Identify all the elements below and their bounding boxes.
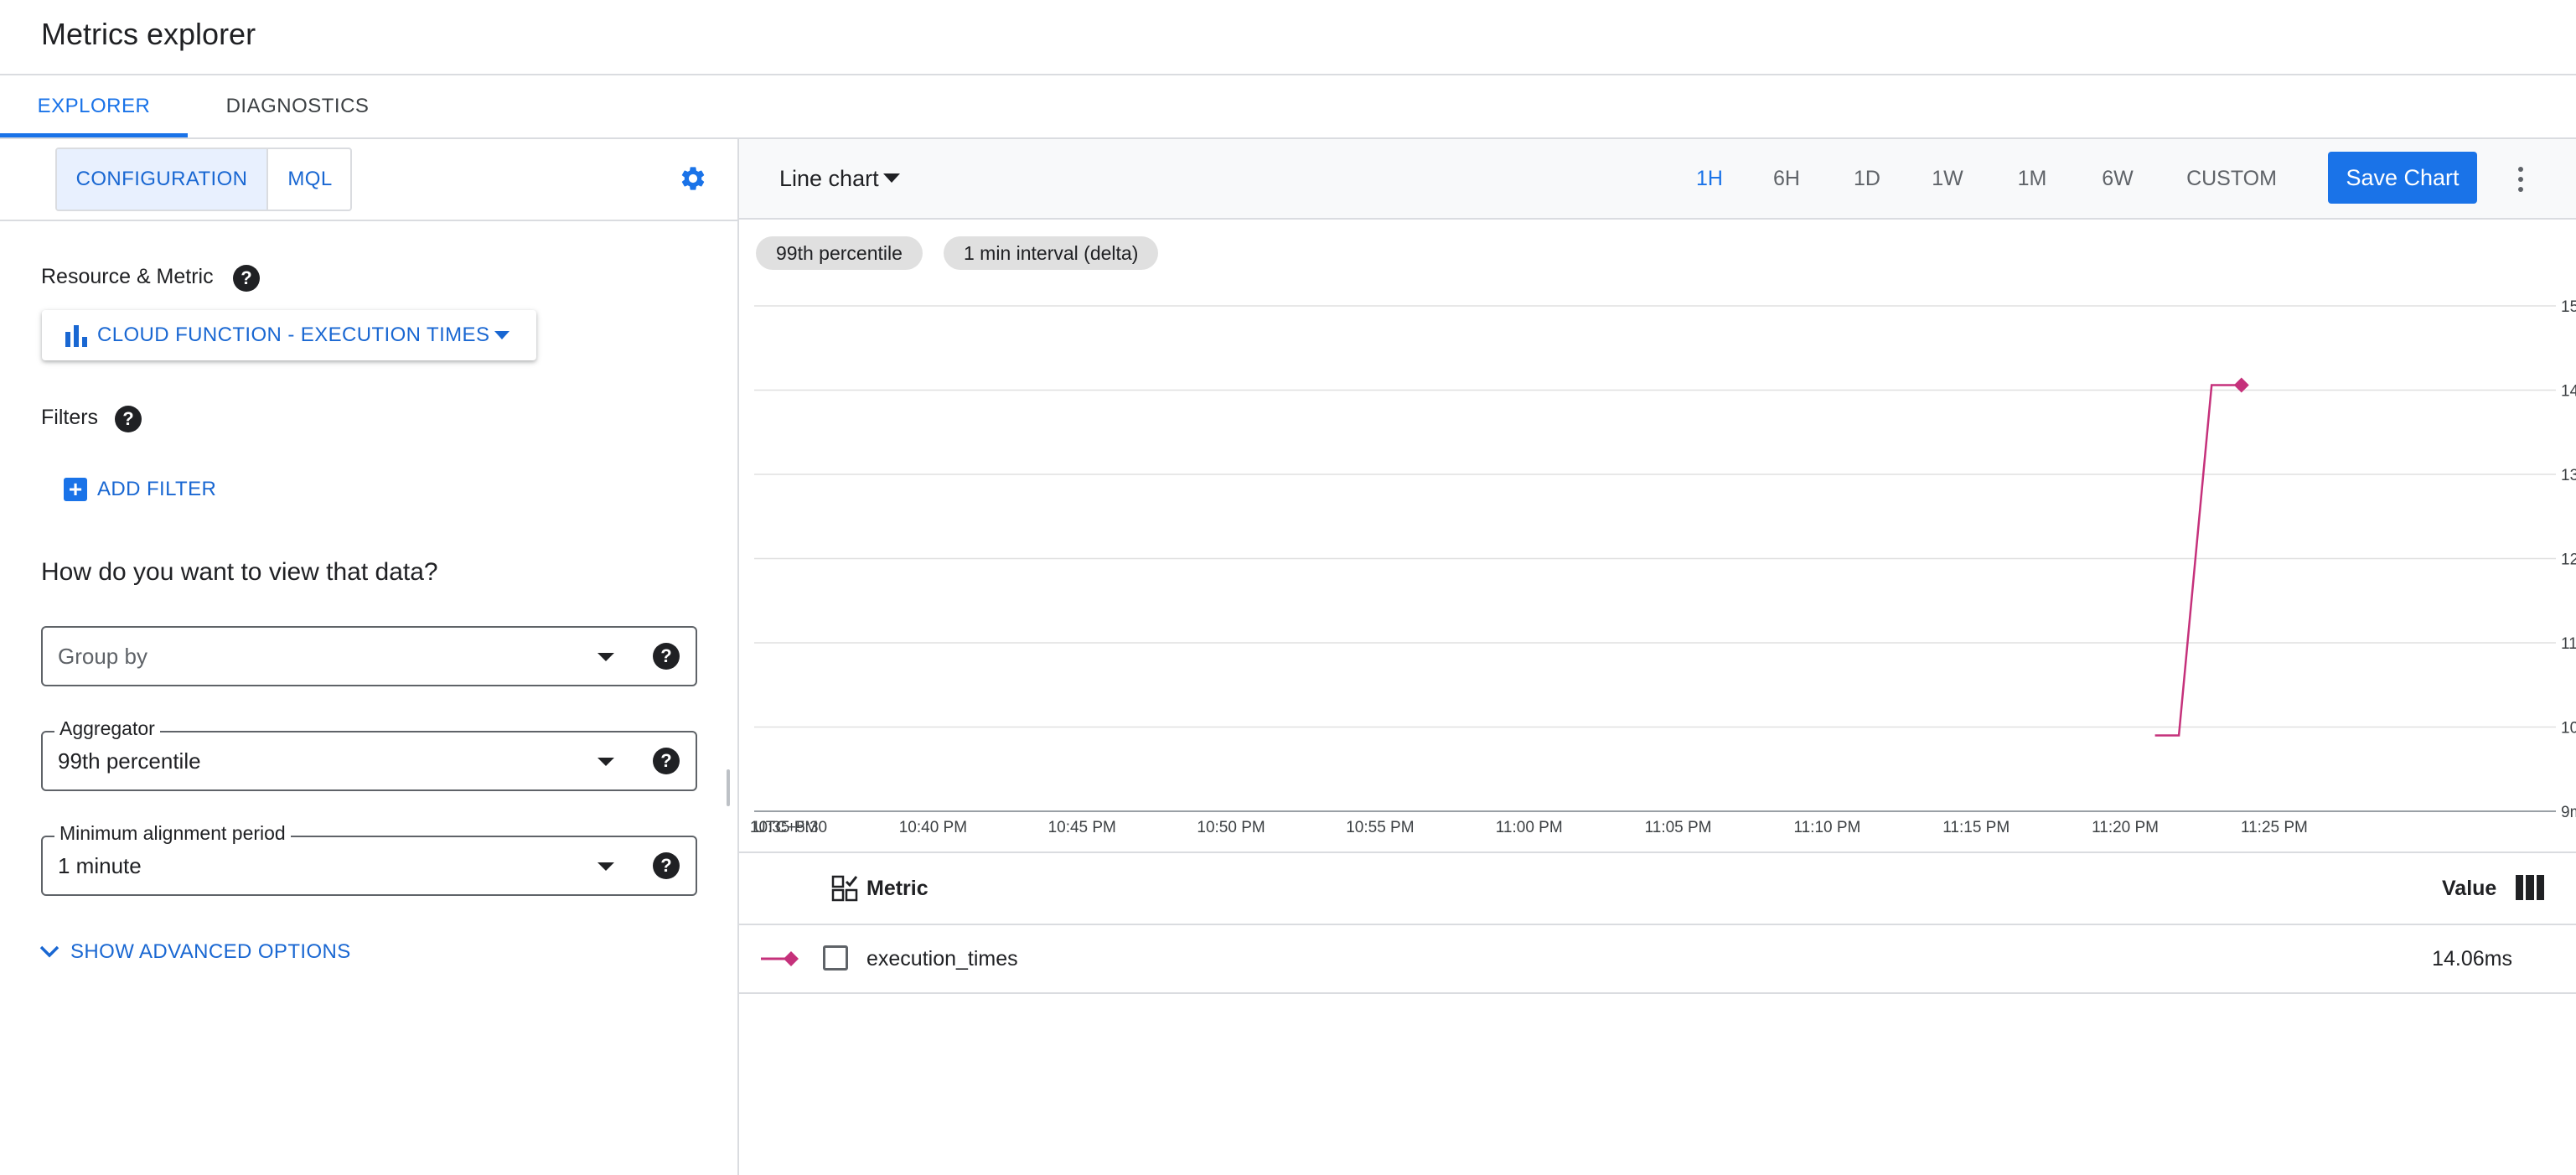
x-tick-label: 11:00 PM: [1496, 819, 1563, 836]
y-tick-label: 11ms: [2561, 635, 2576, 653]
alignment-period-select[interactable]: Minimum alignment period 1 minute ?: [41, 822, 697, 896]
mode-toggle: CONFIGURATION MQL: [55, 148, 352, 211]
alignment-period-value: 1 minute: [58, 853, 142, 878]
bar-chart-icon: [65, 325, 87, 347]
x-tick-label: 11:05 PM: [1645, 819, 1712, 836]
aggregator-value: 99th percentile: [58, 748, 201, 774]
x-tick-label: 10:35 PM: [750, 819, 818, 836]
y-tick-label: 13ms: [2561, 467, 2576, 484]
aggregator-help-icon[interactable]: ?: [653, 748, 680, 774]
value-column-header[interactable]: Value: [2442, 853, 2496, 924]
group-by-placeholder: Group by: [58, 644, 147, 669]
interval-chip: 1 min interval (delta): [944, 236, 1159, 270]
group-by-help-icon[interactable]: ?: [653, 643, 680, 670]
x-tick-label: 10:50 PM: [1197, 819, 1265, 836]
more-vert-icon[interactable]: [2516, 163, 2526, 196]
tab-explorer[interactable]: EXPLORER: [0, 75, 188, 137]
chevron-down-icon: [39, 945, 59, 958]
resource-metric-help-icon[interactable]: ?: [233, 265, 260, 292]
table-row: execution_times 14.06ms: [739, 925, 2576, 992]
filters-label: Filters: [41, 406, 99, 429]
y-tick-label: 15ms: [2561, 298, 2576, 316]
mql-mode-button[interactable]: MQL: [268, 149, 350, 210]
main-tabs: EXPLORER DIAGNOSTICS: [0, 75, 2576, 139]
aggregation-chip: 99th percentile: [756, 236, 923, 270]
aggregator-select[interactable]: Aggregator 99th percentile ?: [41, 717, 697, 791]
chevron-down-icon: [494, 331, 510, 339]
chart-series: [2154, 377, 2249, 737]
metric-selector[interactable]: CLOUD FUNCTION - EXECUTION TIMES: [42, 310, 536, 360]
time-range-1w[interactable]: 1W: [1916, 139, 1979, 218]
metric-column-header[interactable]: Metric: [866, 853, 928, 924]
y-tick-label: 9ms: [2561, 804, 2576, 821]
time-range-custom[interactable]: CUSTOM: [2177, 139, 2286, 218]
y-tick-label: 14ms: [2561, 383, 2576, 401]
legend-table-bottom-border: [739, 992, 2576, 994]
x-tick-label: 11:20 PM: [2092, 819, 2159, 836]
gear-icon[interactable]: [679, 164, 707, 193]
x-tick-label: 11:15 PM: [1942, 819, 2010, 836]
page-title: Metrics explorer: [41, 17, 256, 51]
y-tick-label: 12ms: [2561, 551, 2576, 569]
add-box-icon: +: [64, 478, 87, 501]
filters-help-icon[interactable]: ?: [115, 406, 142, 432]
y-tick-label: 10ms: [2561, 720, 2576, 738]
x-tick-label: 10:45 PM: [1048, 819, 1116, 836]
chevron-down-icon[interactable]: [883, 173, 900, 183]
view-data-heading: How do you want to view that data?: [41, 558, 438, 586]
x-axis-ticks: UTC+5:3010:35 PM 10:40 PM 10:45 PM 10:50 PM…: [750, 819, 2308, 836]
configuration-mode-button[interactable]: CONFIGURATION: [57, 149, 266, 210]
x-tick-label: 10:40 PM: [899, 819, 967, 836]
series-name: execution_times: [866, 947, 1018, 971]
group-by-select[interactable]: Group by ?: [41, 626, 697, 686]
chevron-down-icon: [597, 653, 614, 661]
active-tab-indicator: [0, 133, 188, 137]
chart-type-select[interactable]: Line chart: [779, 139, 879, 218]
chart-grid: [754, 305, 2556, 812]
chevron-down-icon: [597, 758, 614, 766]
series-line: [2154, 384, 2242, 737]
series-swatch-icon: [761, 951, 799, 966]
chevron-down-icon: [597, 862, 614, 871]
time-range-6h[interactable]: 6H: [1756, 139, 1817, 218]
save-chart-button[interactable]: Save Chart: [2328, 152, 2477, 204]
series-value: 14.06ms: [2432, 947, 2512, 971]
view-column-icon[interactable]: [2516, 875, 2544, 900]
line-chart: 15ms14ms13ms12ms11ms10ms9ms UTC+5:3010:3…: [750, 298, 2576, 836]
x-tick-label: 10:55 PM: [1346, 819, 1414, 836]
chart-toolbar: Line chart 1H 6H 1D 1W 1M 6W CUSTOM Save…: [739, 139, 2576, 220]
resource-metric-label: Resource & Metric: [41, 265, 214, 288]
series-checkbox[interactable]: [823, 945, 848, 971]
panel-resize-handle[interactable]: [727, 769, 730, 806]
add-filter-label: ADD FILTER: [97, 478, 217, 500]
x-tick-label: 11:10 PM: [1793, 819, 1860, 836]
config-header-divider: [0, 220, 737, 221]
time-range-1h[interactable]: 1H: [1679, 139, 1740, 218]
x-tick-label: 11:25 PM: [2241, 819, 2308, 836]
legend-table-header: Metric Value: [739, 853, 2576, 924]
time-range-1m[interactable]: 1M: [2001, 139, 2063, 218]
metric-selector-label: CLOUD FUNCTION - EXECUTION TIMES: [97, 324, 490, 346]
y-axis-ticks: 15ms 14ms 13ms 12ms 11ms 10ms 9ms: [2561, 298, 2576, 821]
time-range-6w[interactable]: 6W: [2087, 139, 2149, 218]
dashboard-customize-icon[interactable]: [831, 875, 858, 902]
header: Metrics explorer: [0, 0, 2576, 75]
metrics-explorer-app: Metrics explorer EXPLORER DIAGNOSTICS CO…: [0, 0, 2576, 1175]
show-advanced-options-label: SHOW ADVANCED OPTIONS: [70, 940, 351, 963]
tab-diagnostics[interactable]: DIAGNOSTICS: [203, 75, 392, 137]
alignment-period-help-icon[interactable]: ?: [653, 852, 680, 879]
time-range-1d[interactable]: 1D: [1837, 139, 1897, 218]
